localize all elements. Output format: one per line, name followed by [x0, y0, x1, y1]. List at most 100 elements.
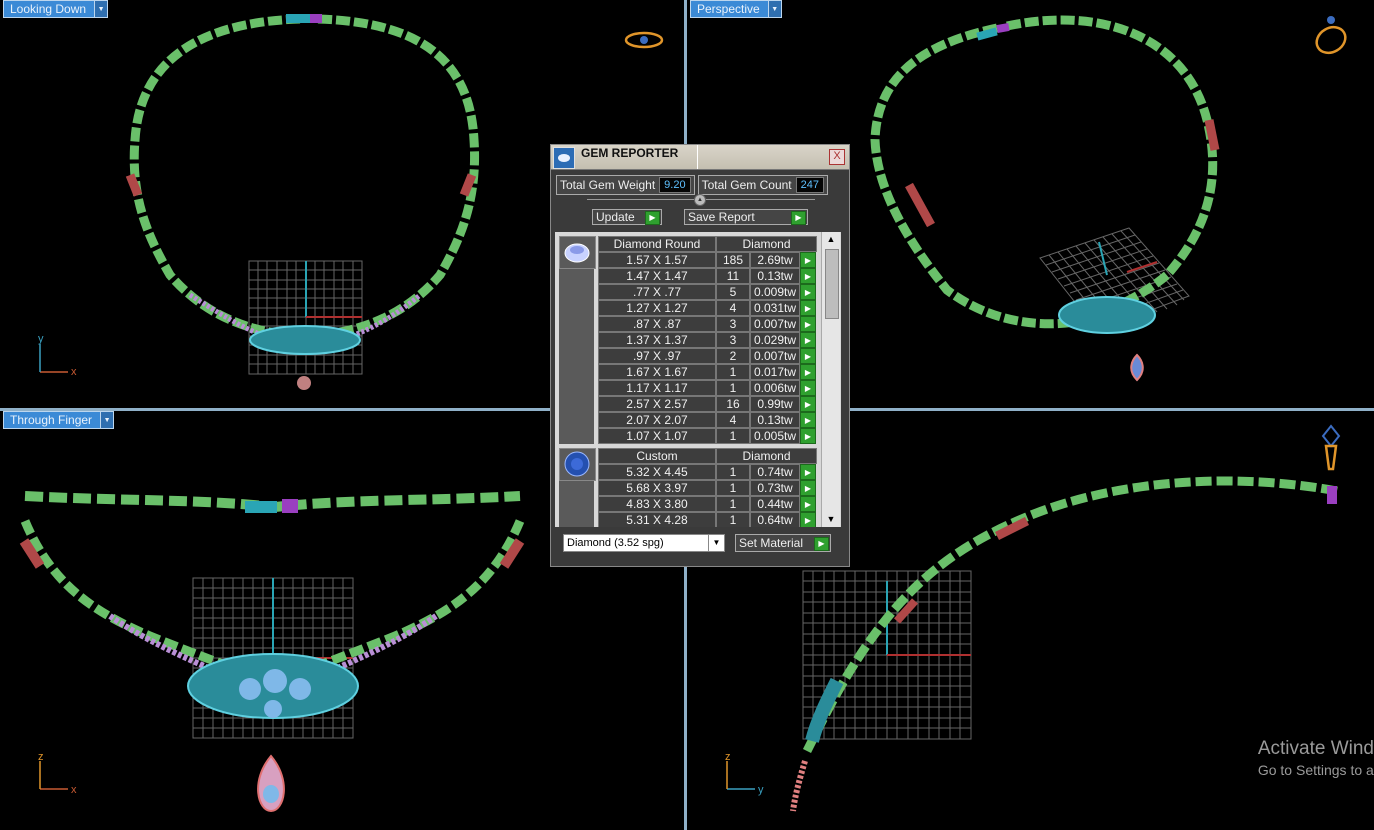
axis-y-label: y — [38, 333, 44, 345]
gem-count: 1 — [716, 428, 750, 444]
gem-size: 1.67 X 1.67 — [598, 364, 716, 380]
viewport-menu-looking-down[interactable]: Looking Down ▼ — [3, 0, 109, 18]
select-gems-arrow-icon[interactable]: ▶ — [800, 512, 816, 527]
viewport-menu-through-finger[interactable]: Through Finger ▼ — [3, 411, 115, 429]
select-gems-arrow-icon[interactable]: ▶ — [800, 252, 816, 268]
gem-count: 4 — [716, 412, 750, 428]
gem-row[interactable]: 2.07 X 2.07 4 0.13tw ▶ — [598, 412, 817, 428]
set-material-button[interactable]: Set Material ▶ — [735, 534, 831, 552]
select-gems-arrow-icon[interactable]: ▶ — [800, 268, 816, 284]
gem-size: 1.57 X 1.57 — [598, 252, 716, 268]
select-gems-arrow-icon[interactable]: ▶ — [800, 428, 816, 444]
select-gems-arrow-icon[interactable]: ▶ — [800, 396, 816, 412]
viewport-label: Perspective — [697, 2, 760, 16]
gem-size: 2.07 X 2.07 — [598, 412, 716, 428]
select-gems-arrow-icon[interactable]: ▶ — [800, 496, 816, 512]
gem-size: 1.07 X 1.07 — [598, 428, 716, 444]
gem-row[interactable]: 1.47 X 1.47 11 0.13tw ▶ — [598, 268, 817, 284]
gem-size: 1.27 X 1.27 — [598, 300, 716, 316]
group-header: Diamond Round Diamond — [598, 236, 817, 252]
gem-size: .97 X .97 — [598, 348, 716, 364]
select-gems-arrow-icon[interactable]: ▶ — [800, 348, 816, 364]
dialog-titlebar[interactable]: GEM REPORTER X — [551, 145, 849, 170]
round-gem-icon — [559, 236, 596, 269]
gem-row[interactable]: 2.57 X 2.57 16 0.99tw ▶ — [598, 396, 817, 412]
gem-weight: 2.69tw — [750, 252, 800, 268]
scroll-down-icon[interactable]: ▼ — [822, 512, 840, 527]
gem-row[interactable]: .97 X .97 2 0.007tw ▶ — [598, 348, 817, 364]
total-count-label: Total Gem Count — [701, 178, 792, 192]
gem-row[interactable]: 4.83 X 3.80 1 0.44tw ▶ — [598, 496, 817, 512]
gem-row[interactable]: 1.17 X 1.17 1 0.006tw ▶ — [598, 380, 817, 396]
select-gems-arrow-icon[interactable]: ▶ — [800, 464, 816, 480]
axis-indicator: x z — [38, 751, 77, 796]
ring-orientation-icon[interactable] — [624, 31, 664, 49]
activate-windows-watermark: Activate Wind Go to Settings to a — [1258, 738, 1374, 778]
gem-count: 1 — [716, 464, 750, 480]
gem-count: 1 — [716, 480, 750, 496]
save-report-label: Save Report — [688, 210, 755, 224]
gem-reporter-dialog: GEM REPORTER X Total Gem Weight 9.20 Tot… — [550, 144, 850, 567]
select-gems-arrow-icon[interactable]: ▶ — [800, 380, 816, 396]
gem-group-table: Custom Diamond 5.32 X 4.45 1 0.74tw ▶ 5.68 X… — [598, 448, 817, 527]
watermark-title: Activate Wind — [1257, 738, 1374, 759]
dropdown-arrow-icon[interactable]: ▼ — [100, 412, 114, 428]
gem-row[interactable]: 5.32 X 4.45 1 0.74tw ▶ — [598, 464, 817, 480]
close-button[interactable]: X — [829, 149, 845, 165]
gem-weight: 0.13tw — [750, 268, 800, 284]
axis-x-label: x — [71, 366, 77, 378]
select-gems-arrow-icon[interactable]: ▶ — [800, 284, 816, 300]
gem-count: 11 — [716, 268, 750, 284]
update-button[interactable]: Update ▶ — [592, 209, 662, 225]
panel-splitter[interactable]: ▲ — [587, 194, 815, 206]
material-select[interactable]: Diamond (3.52 spg) ▼ — [563, 534, 725, 552]
gem-reporter-logo-icon — [553, 147, 575, 169]
gem-weight: 0.73tw — [750, 480, 800, 496]
gem-weight: 0.99tw — [750, 396, 800, 412]
gem-row[interactable]: .77 X .77 5 0.009tw ▶ — [598, 284, 817, 300]
axis-y-label: y — [758, 784, 764, 796]
dropdown-arrow-icon[interactable]: ▼ — [767, 1, 781, 17]
gem-row[interactable]: 1.07 X 1.07 1 0.005tw ▶ — [598, 428, 817, 444]
select-gems-arrow-icon[interactable]: ▶ — [800, 316, 816, 332]
gem-weight: 0.007tw — [750, 348, 800, 364]
total-weight-value: 9.20 — [659, 177, 691, 193]
gem-row[interactable]: .87 X .87 3 0.007tw ▶ — [598, 316, 817, 332]
axis-indicator: x y — [38, 333, 77, 378]
gem-row[interactable]: 1.37 X 1.37 3 0.029tw ▶ — [598, 332, 817, 348]
collapse-icon[interactable]: ▲ — [694, 194, 706, 206]
save-report-button[interactable]: Save Report ▶ — [684, 209, 808, 225]
pendant-orientation-icon[interactable] — [1321, 424, 1341, 471]
gem-row[interactable]: 5.68 X 3.97 1 0.73tw ▶ — [598, 480, 817, 496]
ring-orientation-icon[interactable] — [1312, 16, 1350, 58]
gem-count: 185 — [716, 252, 750, 268]
scroll-thumb[interactable] — [825, 249, 839, 319]
gem-size: 5.32 X 4.45 — [598, 464, 716, 480]
gem-list-scrollbar[interactable]: ▲ ▼ — [821, 232, 840, 527]
gem-size: 4.83 X 3.80 — [598, 496, 716, 512]
gem-count: 5 — [716, 284, 750, 300]
update-label: Update — [596, 210, 635, 224]
scroll-up-icon[interactable]: ▲ — [822, 232, 840, 247]
total-count-value: 247 — [795, 177, 824, 193]
gem-size: 1.47 X 1.47 — [598, 268, 716, 284]
dropdown-arrow-icon[interactable]: ▼ — [708, 535, 724, 551]
select-gems-arrow-icon[interactable]: ▶ — [800, 300, 816, 316]
select-gems-arrow-icon[interactable]: ▶ — [800, 412, 816, 428]
viewport-menu-perspective[interactable]: Perspective ▼ — [690, 0, 782, 18]
gem-size: 2.57 X 2.57 — [598, 396, 716, 412]
select-gems-arrow-icon[interactable]: ▶ — [800, 480, 816, 496]
gem-weight: 0.74tw — [750, 464, 800, 480]
gem-count: 4 — [716, 300, 750, 316]
gem-row[interactable]: 1.67 X 1.67 1 0.017tw ▶ — [598, 364, 817, 380]
gem-shape-header: Diamond Round — [598, 236, 716, 252]
select-gems-arrow-icon[interactable]: ▶ — [800, 332, 816, 348]
gem-count: 1 — [716, 380, 750, 396]
gem-row[interactable]: 5.31 X 4.28 1 0.64tw ▶ — [598, 512, 817, 527]
select-gems-arrow-icon[interactable]: ▶ — [800, 364, 816, 380]
gem-row[interactable]: 1.57 X 1.57 185 2.69tw ▶ — [598, 252, 817, 268]
dropdown-arrow-icon[interactable]: ▼ — [94, 1, 108, 17]
gem-row[interactable]: 1.27 X 1.27 4 0.031tw ▶ — [598, 300, 817, 316]
gem-weight: 0.031tw — [750, 300, 800, 316]
watermark-subtitle: Go to Settings to a — [1257, 762, 1374, 778]
